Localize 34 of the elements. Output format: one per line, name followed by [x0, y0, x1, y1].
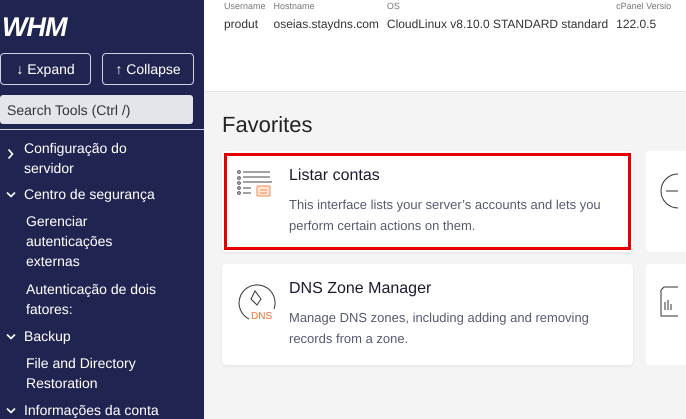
collapse-button[interactable]: ↑ Collapse [102, 53, 194, 85]
partial-card[interactable] [646, 264, 686, 365]
chevron-right-icon [8, 149, 14, 159]
sidebar-subitem[interactable]: File and Directory Restoration [0, 349, 204, 397]
card-title[interactable]: Listar contas [289, 166, 380, 186]
field-label: Username [224, 0, 266, 12]
logo: WHM [2, 14, 66, 41]
icon-label: DNS [251, 312, 272, 322]
expand-button[interactable]: ↓ Expand [0, 53, 91, 85]
card-description: Manage DNS zones, including adding and removing records from a zone. [289, 309, 590, 348]
field-value: oseias.staydns.com [274, 16, 379, 33]
search-field[interactable]: Search Tools (Ctrl /) [0, 95, 193, 124]
sidebar-item[interactable]: Centro de segurança [0, 181, 204, 207]
tool-card[interactable]: DNS DNS Zone Manager Manage DNS zones, including adding and removing records from a zone. [222, 264, 634, 365]
field-value: produt [224, 16, 258, 33]
field-label: cPanel Versio [616, 0, 672, 12]
section-heading: Favorites [222, 112, 312, 138]
sidebar-item[interactable]: Backup [0, 323, 204, 349]
card-title[interactable]: DNS Zone Manager [289, 279, 432, 299]
field-value: 122.0.5 [616, 16, 656, 33]
field-value: CloudLinux v8.10.0 STANDARD standard [386, 16, 608, 33]
chevron-down-icon [6, 334, 16, 340]
sidebar-subitem[interactable]: Gerenciar autenticações externas [0, 207, 204, 275]
document-icon [660, 286, 678, 318]
field-label: Hostname [274, 0, 315, 12]
sidebar-subitem[interactable]: Autenticação de dois fatores: [0, 275, 204, 323]
chevron-down-icon [6, 408, 16, 414]
tool-card[interactable]: Listar contas This interface lists your server’s accounts and lets you perform certain actions on them. [222, 151, 634, 252]
sidebar-item[interactable]: Informações da conta [0, 397, 204, 419]
circle-icon [660, 173, 678, 209]
sidebar-item[interactable]: Configuração do servidor [0, 135, 204, 181]
chevron-down-icon [6, 192, 16, 198]
field-label: OS [386, 0, 400, 12]
card-description: This interface lists your server’s accounts and lets you perform certain actions on them. [289, 196, 602, 235]
